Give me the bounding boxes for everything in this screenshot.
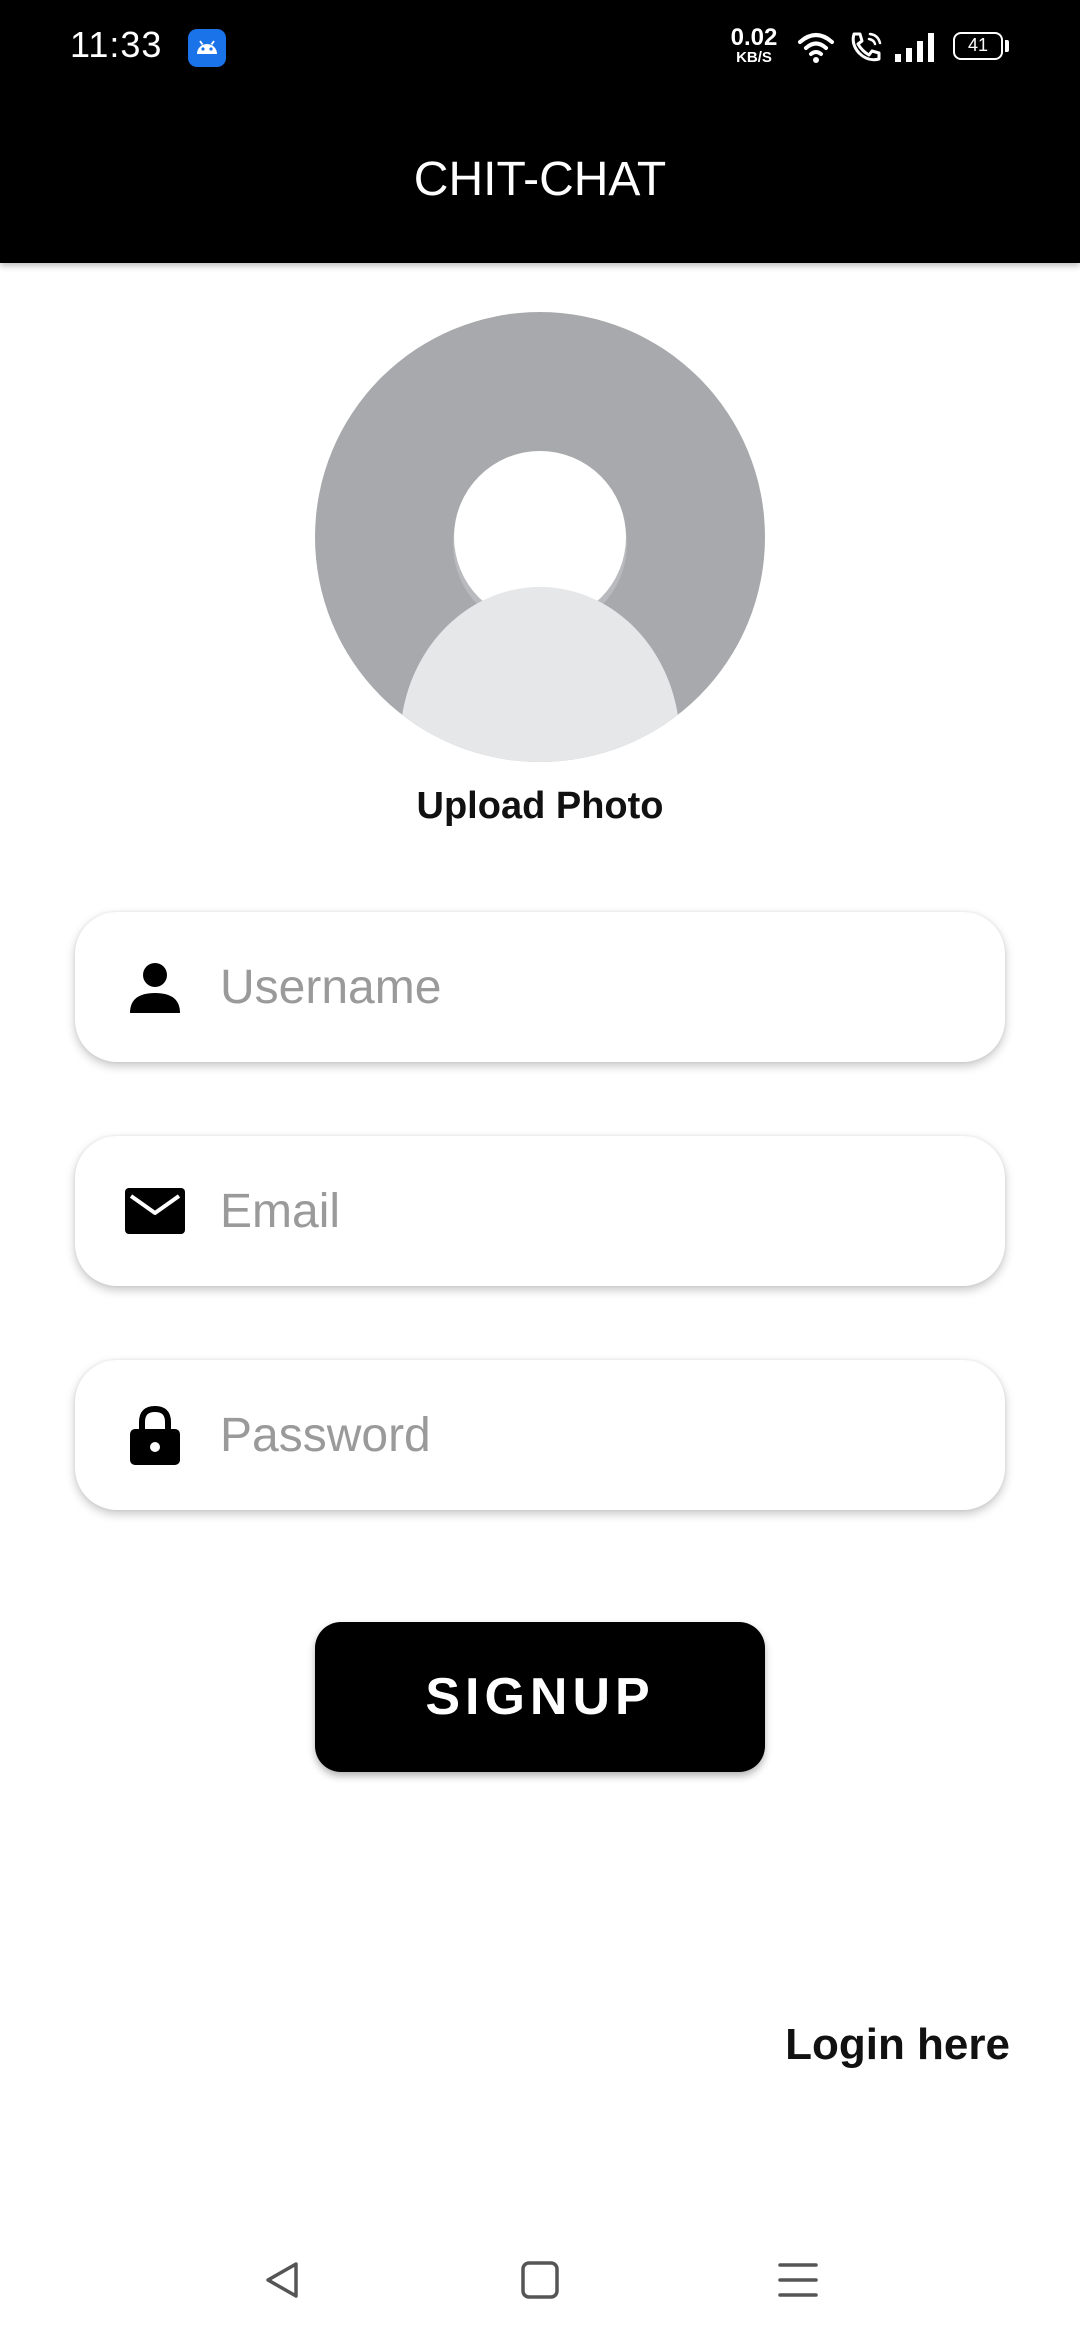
wifi-calling-icon — [848, 30, 884, 69]
back-icon[interactable] — [254, 2250, 314, 2310]
password-input[interactable] — [220, 1390, 980, 1480]
lock-icon — [125, 1405, 185, 1465]
signal-icon — [893, 30, 937, 69]
upload-photo-label[interactable]: Upload Photo — [0, 785, 1080, 828]
status-time: 11:33 — [70, 24, 163, 65]
username-field[interactable] — [75, 912, 1005, 1062]
system-nav-bar — [0, 2220, 1080, 2340]
signup-button[interactable]: SIGNUP — [315, 1622, 765, 1772]
wifi-icon — [796, 30, 836, 69]
app-header: 11:33 0.02 KB/S 41 CHIT-CHAT — [0, 0, 1080, 263]
home-icon[interactable] — [510, 2250, 570, 2310]
network-speed-unit: KB/S — [736, 49, 772, 66]
password-field[interactable] — [75, 1360, 1005, 1510]
android-app-icon — [188, 29, 226, 67]
upload-photo-avatar[interactable] — [315, 312, 765, 762]
battery-icon: 41 — [953, 32, 1003, 60]
person-icon — [125, 957, 185, 1017]
battery-tip — [1005, 40, 1009, 52]
login-here-link[interactable]: Login here — [785, 2020, 1010, 2070]
network-speed-value: 0.02 — [730, 24, 778, 51]
menu-icon[interactable] — [768, 2250, 828, 2310]
username-input[interactable] — [220, 942, 980, 1032]
page-title: CHIT-CHAT — [413, 153, 667, 206]
status-bar: 11:33 0.02 KB/S 41 — [0, 0, 1080, 96]
email-input[interactable] — [220, 1166, 980, 1256]
envelope-icon — [125, 1181, 185, 1241]
default-avatar-icon — [400, 451, 680, 762]
network-speed: 0.02 KB/S — [724, 24, 784, 66]
email-field[interactable] — [75, 1136, 1005, 1286]
